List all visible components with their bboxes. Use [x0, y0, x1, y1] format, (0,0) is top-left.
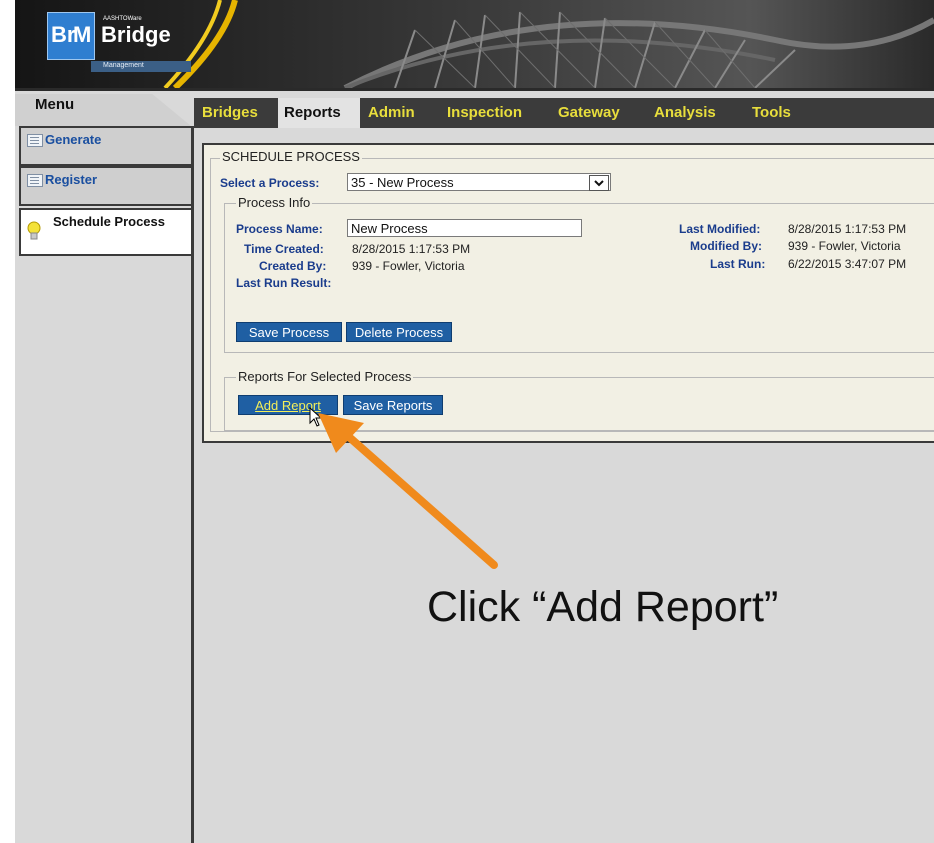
select-process-label: Select a Process: [220, 176, 320, 190]
tab-tools[interactable]: Tools [752, 104, 791, 121]
tab-bridges[interactable]: Bridges [202, 104, 258, 121]
process-name-input[interactable]: New Process [347, 219, 582, 237]
sidebar-item-generate[interactable]: Generate [19, 126, 193, 166]
time-created-label: Time Created: [244, 242, 324, 256]
logo-bridge-text: Bridge [101, 22, 171, 47]
save-process-button[interactable]: Save Process [236, 322, 342, 342]
header-banner: Br M AASHTOWare Bridge Management [15, 0, 934, 91]
last-run-label: Last Run: [710, 257, 766, 271]
process-name-label: Process Name: [236, 222, 323, 236]
logo-m-text: M [73, 22, 92, 47]
menu-tab: Menu [15, 94, 191, 126]
last-run-value: 6/22/2015 3:47:07 PM [788, 257, 907, 271]
instruction-caption: Click “Add Report” [427, 583, 779, 631]
menu-title: Menu [35, 96, 75, 113]
orange-arrow-icon [318, 413, 498, 569]
last-modified-label: Last Modified: [679, 222, 761, 236]
sidebar-item-schedule-process[interactable]: Schedule Process [19, 208, 193, 256]
schedule-legend: SCHEDULE PROCESS [220, 149, 362, 164]
tab-gateway[interactable]: Gateway [558, 104, 620, 121]
process-select[interactable]: 35 - New Process [347, 173, 611, 191]
sidebar-item-register[interactable]: Register [19, 166, 193, 206]
tab-admin[interactable]: Admin [368, 104, 415, 121]
tab-inspection[interactable]: Inspection [447, 104, 522, 121]
time-created-value: 8/28/2015 1:17:53 PM [352, 242, 471, 256]
logo-br-text: Br [51, 22, 76, 47]
tab-reports[interactable]: Reports [278, 98, 360, 128]
sidebar-item-label: Schedule Process [53, 214, 165, 229]
top-nav-bar: Bridges Reports Admin Inspection Gateway… [194, 98, 934, 128]
created-by-label: Created By: [259, 259, 327, 273]
brm-logo: Br M AASHTOWare Bridge Management [33, 8, 217, 86]
tab-analysis[interactable]: Analysis [654, 104, 716, 121]
logo-management-text: Management [103, 62, 144, 69]
last-run-result-label: Last Run Result: [236, 276, 332, 290]
process-select-value: 35 - New Process [351, 175, 454, 190]
process-name-value: New Process [351, 221, 428, 236]
list-icon [27, 174, 43, 187]
sidebar-item-label: Generate [45, 132, 102, 147]
list-icon [27, 134, 43, 147]
sidebar-item-label: Register [45, 172, 98, 187]
chevron-down-icon[interactable] [589, 175, 609, 191]
reports-legend: Reports For Selected Process [236, 369, 414, 384]
schedule-process-panel: SCHEDULE PROCESS Select a Process: 35 - … [202, 143, 934, 443]
modified-by-value: 939 - Fowler, Victoria [788, 239, 901, 253]
created-by-value: 939 - Fowler, Victoria [352, 259, 465, 273]
modified-by-label: Modified By: [690, 239, 762, 253]
last-modified-value: 8/28/2015 1:17:53 PM [788, 222, 907, 236]
sidebar: Generate Register Schedule Process [15, 126, 194, 843]
process-info-legend: Process Info [236, 195, 313, 210]
tab-reports-label: Reports [284, 104, 341, 121]
lightbulb-icon [27, 221, 41, 240]
delete-process-button[interactable]: Delete Process [346, 322, 452, 342]
